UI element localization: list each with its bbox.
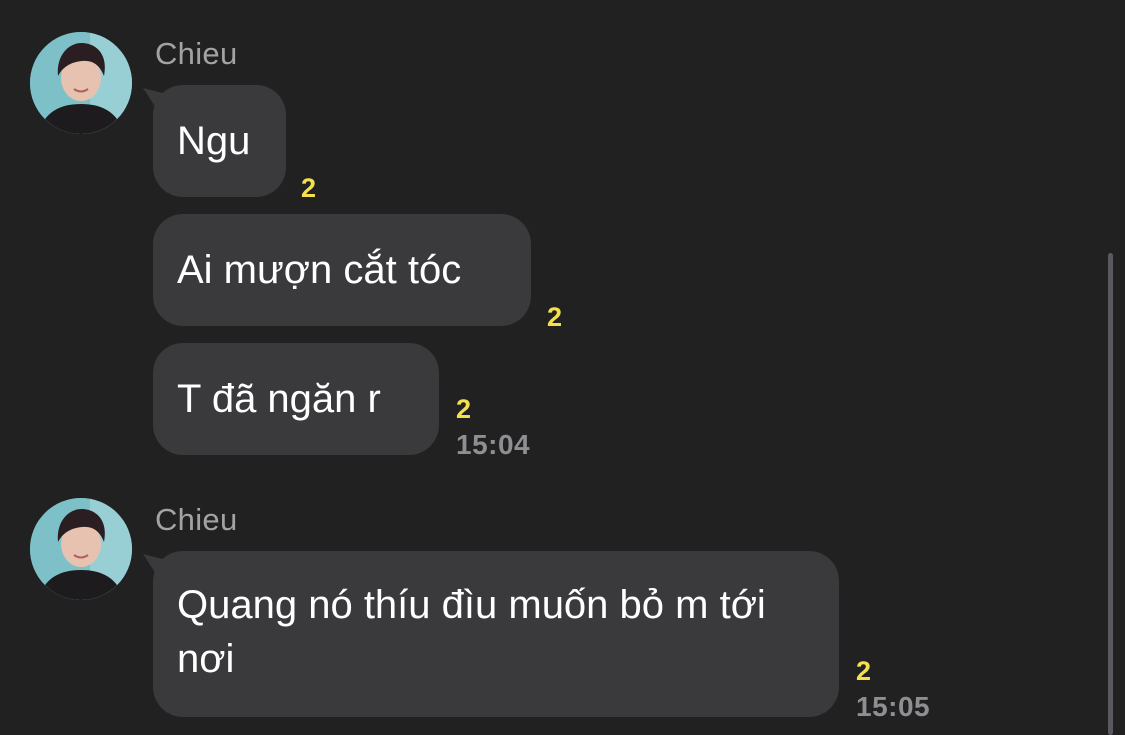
- avatar-image: [30, 32, 132, 134]
- chat-view: Chieu Ngu 2 Ai mượn cắt tóc 2 T đã ngăn …: [0, 0, 1125, 735]
- message-timestamp: 15:04: [456, 429, 531, 460]
- sender-avatar[interactable]: [30, 32, 132, 134]
- sender-name: Chieu: [155, 36, 238, 71]
- message-timestamp: 15:05: [856, 691, 931, 722]
- message-text: T đã ngăn r: [177, 377, 381, 421]
- read-count: 2: [456, 394, 472, 424]
- message-text: Quang nó thíu đìu muốn bỏ m tới nơi: [177, 583, 766, 681]
- read-count: 2: [856, 656, 872, 686]
- sender-avatar[interactable]: [30, 498, 132, 600]
- avatar-image: [30, 498, 132, 600]
- message-bubble[interactable]: T đã ngăn r: [153, 343, 439, 455]
- message-text: Ai mượn cắt tóc: [177, 248, 462, 292]
- read-count: 2: [547, 302, 563, 332]
- sender-name: Chieu: [155, 502, 238, 537]
- message-bubble[interactable]: Ngu: [153, 85, 286, 197]
- message-bubble[interactable]: Ai mượn cắt tóc: [153, 214, 531, 326]
- message-text: Ngu: [177, 119, 251, 163]
- read-count: 2: [301, 173, 317, 203]
- scrollbar[interactable]: [1108, 253, 1113, 735]
- message-bubble[interactable]: Quang nó thíu đìu muốn bỏ m tới nơi: [153, 551, 839, 717]
